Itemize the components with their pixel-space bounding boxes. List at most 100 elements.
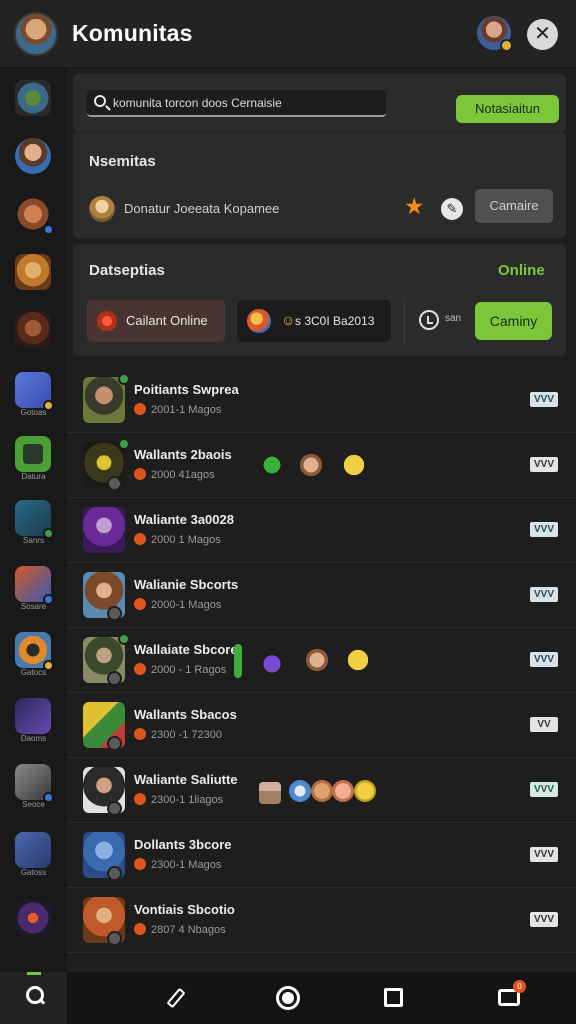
community-avatar[interactable]	[14, 12, 58, 56]
edit-icon[interactable]: ✎	[441, 198, 463, 220]
blue-face-icon	[289, 780, 311, 802]
item-thumbnail	[83, 572, 125, 621]
item-tag[interactable]: VVV	[530, 652, 558, 667]
game-icon	[247, 309, 271, 333]
item-tag[interactable]: VVV	[530, 847, 558, 862]
sidebar-label-2: Datura	[21, 472, 46, 481]
status-icon	[134, 923, 146, 935]
list-item[interactable]: Walianie Sbcorts 2000-1 Magos VVV	[67, 563, 576, 628]
item-thumbnail	[83, 438, 130, 491]
status-title: Datseptias	[89, 262, 165, 279]
nav-edit[interactable]	[144, 972, 214, 1024]
sidebar-item-5[interactable]	[15, 312, 51, 348]
page-title: Komunitas	[72, 20, 193, 46]
sidebar-item-12[interactable]	[15, 764, 54, 803]
item-thumbnail	[83, 373, 130, 423]
face-icon	[298, 452, 324, 478]
sidebar-item-8[interactable]	[15, 500, 54, 539]
list-item[interactable]: Waliante 3a0028 2000 1 Magos VVV	[67, 498, 576, 563]
list-item[interactable]: Poitiants Swprea 2001-1 Magos VVV	[67, 368, 576, 433]
points-chip[interactable]: ☺ s 3C0I Ba2013	[237, 300, 391, 342]
item-tag[interactable]: VVV	[530, 782, 558, 797]
item-name: Waliante 3a0028	[134, 512, 234, 527]
item-name: Waliante Saliutte	[134, 772, 238, 787]
online-chip[interactable]: Cailant Online	[87, 300, 225, 342]
points-chip-label: s 3C0I Ba2013	[295, 314, 375, 328]
item-tag[interactable]: VV	[530, 717, 558, 732]
item-meta: 2300 -1 72300	[134, 728, 222, 741]
notification-button[interactable]: Notasiaitun	[456, 95, 559, 123]
item-thumbnail	[83, 832, 125, 881]
item-name: Walianie Sbcorts	[134, 577, 239, 592]
status-dot-icon	[500, 39, 513, 52]
sidebar-item-2[interactable]	[15, 138, 51, 174]
divider	[404, 298, 405, 344]
gem-icon	[97, 311, 117, 331]
item-name: Dollants 3bcore	[134, 837, 232, 852]
sidebar-item-13[interactable]	[15, 832, 51, 868]
sidebar-label-6: Daoms	[20, 734, 47, 743]
sidebar-item-7[interactable]	[15, 436, 51, 472]
sidebar-label-5: Gatocs	[20, 668, 47, 677]
sidebar-item-14[interactable]	[15, 900, 51, 936]
list-item[interactable]: Dollants 3bcore 2300-1 Magos VVV	[67, 823, 576, 888]
list-item[interactable]: Waliante Saliutte 2300-1 1liagos VVV	[67, 758, 576, 823]
sidebar: Gotoas Datura Sanrs Sosare Gatocs Daoms …	[0, 68, 67, 972]
active-indicator	[27, 972, 41, 975]
list-item[interactable]: Wallants Sbacos 2300 -1 72300 VV	[67, 693, 576, 758]
sidebar-label-3: Sanrs	[23, 536, 44, 545]
item-meta: 2300-1 1liagos	[134, 793, 223, 806]
online-badge-icon	[118, 438, 130, 450]
item-meta: 2000-1 Magos	[134, 598, 221, 611]
sidebar-item-1[interactable]	[15, 80, 51, 116]
sidebar-item-6[interactable]	[15, 372, 54, 411]
crown-icon	[259, 647, 285, 673]
members-action-button[interactable]: Camaire	[475, 189, 553, 223]
nav-record[interactable]	[252, 972, 322, 1024]
status-icon	[134, 533, 146, 545]
pen-icon	[166, 987, 186, 1009]
sidebar-item-3[interactable]	[15, 196, 54, 235]
item-name: Wallaiate Sbcore	[134, 642, 238, 657]
sidebar-badge-icon	[43, 224, 54, 235]
nav-home[interactable]	[0, 972, 67, 1024]
sidebar-item-11[interactable]	[15, 698, 51, 734]
sidebar-item-4[interactable]	[15, 254, 51, 290]
search-panel: Notasiaitun	[73, 74, 566, 132]
sidebar-label-1: Gotoas	[20, 408, 47, 417]
status-icon	[134, 468, 146, 480]
sidebar-item-9[interactable]	[15, 566, 54, 605]
coin-icon	[341, 452, 367, 478]
bar-icon	[234, 644, 242, 678]
sidebar-item-10[interactable]	[15, 632, 54, 671]
item-thumbnail	[83, 897, 125, 946]
nav-inbox[interactable]: 0	[474, 972, 544, 1024]
close-button[interactable]: ✕	[527, 19, 558, 50]
status-ring-icon	[107, 606, 122, 621]
status-icon	[134, 728, 146, 740]
notification-badge: 0	[513, 980, 526, 993]
join-button[interactable]: Caminy	[475, 302, 552, 340]
user-avatar[interactable]	[477, 16, 513, 52]
item-tag[interactable]: VVV	[530, 522, 558, 537]
status-ring-icon	[107, 476, 122, 491]
item-thumbnail	[83, 507, 125, 553]
item-tag[interactable]: VVV	[530, 457, 558, 472]
item-tag[interactable]: VVV	[530, 912, 558, 927]
star-icon[interactable]: ★	[404, 195, 425, 218]
search-input[interactable]	[113, 93, 378, 113]
status-ring-icon	[107, 801, 122, 816]
item-tag[interactable]: VVV	[530, 392, 558, 407]
members-panel: Nsemitas Donatur Joeeata Kopamee ★ ✎ Cam…	[73, 132, 566, 238]
list-item[interactable]: Wallaiate Sbcore 2000 - 1 Ragos VVV	[67, 628, 576, 693]
search-field[interactable]	[87, 90, 386, 117]
item-tag[interactable]: VVV	[530, 587, 558, 602]
item-meta: 2300-1 Magos	[134, 858, 221, 871]
status-icon	[134, 403, 146, 415]
list-item[interactable]: Vontiais Sbcotio 2807 4 Nbagos VVV	[67, 888, 576, 953]
status-ring-icon	[107, 866, 122, 881]
donor-avatar[interactable]	[89, 196, 115, 222]
list-item[interactable]: Wallants 2baois 2000 41agos VVV	[67, 433, 576, 498]
nav-square[interactable]	[358, 972, 428, 1024]
online-chip-label: Cailant Online	[126, 313, 208, 328]
